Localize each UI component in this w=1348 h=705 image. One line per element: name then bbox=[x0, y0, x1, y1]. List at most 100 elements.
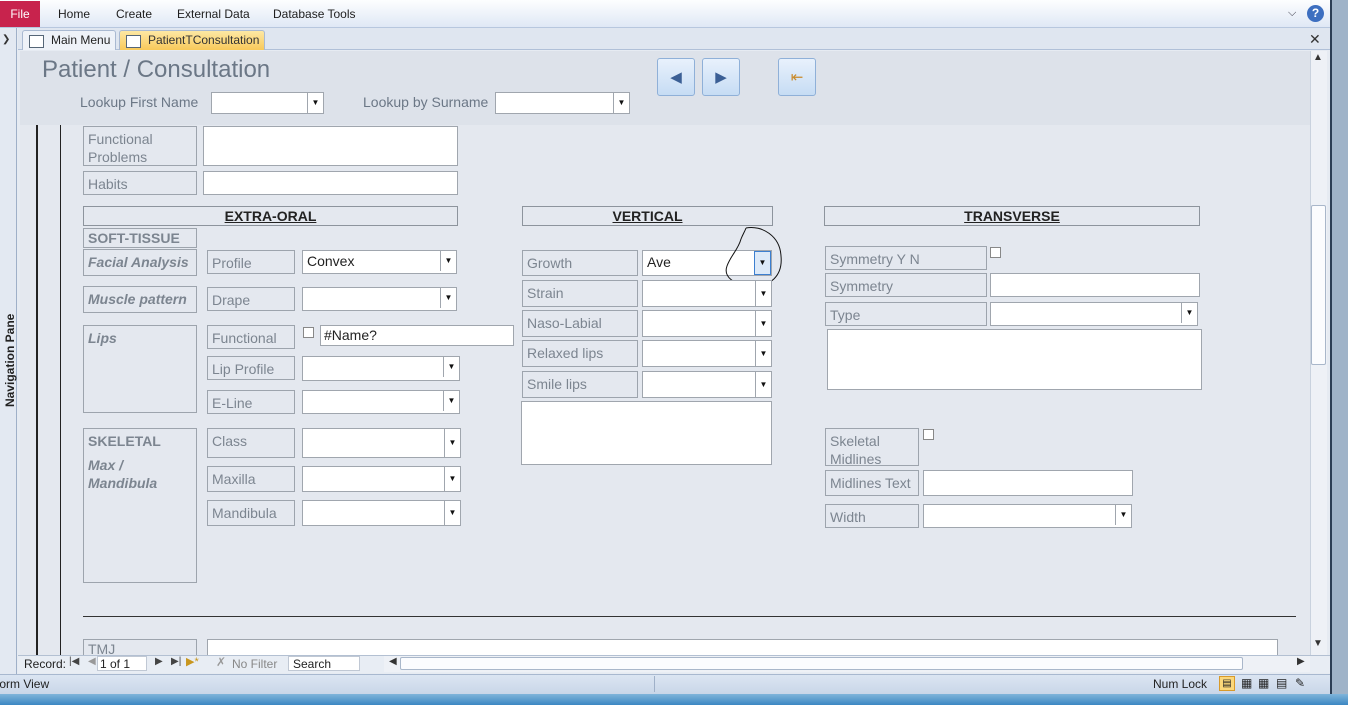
lookup-first-name-label: Lookup First Name bbox=[80, 94, 199, 110]
arrow-right-icon: ▶ bbox=[715, 69, 727, 86]
combo-value: Convex bbox=[307, 253, 355, 269]
page-title: Patient / Consultation bbox=[42, 56, 271, 83]
e-line-label: E-Line bbox=[207, 390, 295, 414]
symmetry-checkbox[interactable] bbox=[990, 247, 1001, 258]
transverse-notes-field[interactable] bbox=[827, 329, 1202, 390]
chevron-down-icon[interactable]: ▼ bbox=[440, 288, 456, 308]
form-view-icon[interactable]: ▤ bbox=[1219, 676, 1235, 691]
file-tab[interactable]: File bbox=[0, 1, 40, 27]
maxilla-combo[interactable]: ▼ bbox=[302, 466, 461, 492]
relaxed-lips-combo[interactable]: ▼ bbox=[642, 340, 772, 367]
chevron-down-icon[interactable]: ▼ bbox=[443, 391, 459, 411]
drape-combo[interactable]: ▼ bbox=[302, 287, 457, 311]
class-combo[interactable]: ▼ bbox=[302, 428, 461, 458]
status-divider bbox=[654, 676, 655, 692]
skeletal-midlines-label: Skeletal Midlines bbox=[825, 428, 919, 467]
design-view-icon[interactable]: ✎ bbox=[1295, 676, 1305, 690]
record-search-input[interactable]: Search bbox=[288, 656, 360, 671]
vertical-header: VERTICAL bbox=[522, 206, 773, 226]
exit-form-button[interactable]: ⇤ bbox=[778, 58, 816, 96]
arrow-left-icon: ◀ bbox=[670, 69, 682, 86]
scroll-down-icon[interactable]: ▼ bbox=[1313, 638, 1323, 649]
naso-labial-combo[interactable]: ▼ bbox=[642, 310, 772, 337]
first-record-icon[interactable]: |◀ bbox=[69, 656, 79, 667]
next-record-icon[interactable]: ▶ bbox=[155, 656, 163, 667]
scroll-left-icon[interactable]: ◀ bbox=[389, 656, 397, 667]
chevron-down-icon[interactable]: ▼ bbox=[444, 429, 460, 457]
layout-view-icon[interactable]: ▤ bbox=[1276, 676, 1287, 690]
previous-record-button[interactable]: ◀ bbox=[657, 58, 695, 96]
tmj-field[interactable] bbox=[207, 639, 1278, 655]
chevron-down-icon[interactable]: ▼ bbox=[440, 251, 456, 271]
chevron-down-icon[interactable]: ▼ bbox=[755, 341, 771, 366]
pivot-table-icon[interactable]: ▦ bbox=[1258, 676, 1269, 690]
e-line-combo[interactable]: ▼ bbox=[302, 390, 460, 414]
functional-field[interactable]: #Name? bbox=[320, 325, 514, 346]
chevron-down-icon[interactable]: ▼ bbox=[755, 281, 771, 306]
profile-combo[interactable]: Convex ▼ bbox=[302, 250, 457, 274]
help-icon[interactable]: ? bbox=[1307, 5, 1324, 22]
smile-lips-combo[interactable]: ▼ bbox=[642, 371, 772, 398]
profile-label: Profile bbox=[207, 250, 295, 274]
vertical-scroll-thumb[interactable] bbox=[1311, 205, 1326, 365]
vertical-notes-field[interactable] bbox=[521, 401, 772, 465]
taskbar bbox=[0, 694, 1348, 705]
chevron-down-icon[interactable]: ▼ bbox=[307, 93, 323, 113]
exit-door-icon: ⇤ bbox=[790, 69, 804, 86]
ribbon-tab-home[interactable]: Home bbox=[58, 7, 90, 21]
record-position-field[interactable]: 1 of 1 bbox=[97, 656, 147, 671]
naso-labial-label: Naso-Labial bbox=[522, 310, 638, 337]
chevron-down-icon[interactable]: ▼ bbox=[755, 372, 771, 397]
symmetry-yn-label: Symmetry Y N bbox=[825, 246, 987, 270]
lookup-surname-combo[interactable]: ▼ bbox=[495, 92, 630, 114]
functional-problems-label: Functional Problems bbox=[83, 126, 197, 166]
type-combo[interactable]: ▼ bbox=[990, 302, 1198, 326]
mandibula-combo[interactable]: ▼ bbox=[302, 500, 461, 526]
ribbon-tab-create[interactable]: Create bbox=[116, 7, 152, 21]
midlines-text-label: Midlines Text bbox=[825, 470, 919, 496]
ribbon-tab-external-data[interactable]: External Data bbox=[177, 7, 250, 21]
divider bbox=[36, 125, 38, 655]
functional-checkbox[interactable] bbox=[303, 327, 314, 338]
skeletal-midlines-checkbox[interactable] bbox=[923, 429, 934, 440]
transverse-header: TRANSVERSE bbox=[824, 206, 1200, 226]
tab-label: PatientTConsultation bbox=[148, 33, 260, 47]
new-record-icon[interactable]: ▶* bbox=[186, 655, 199, 668]
tab-patient-consultation[interactable]: PatientTConsultation bbox=[119, 30, 265, 50]
functional-problems-field[interactable] bbox=[203, 126, 458, 166]
chevron-down-icon[interactable]: ▼ bbox=[613, 93, 629, 113]
ribbon-tab-database-tools[interactable]: Database Tools bbox=[273, 7, 356, 21]
ribbon-minimize-icon[interactable]: ⌵ bbox=[1288, 7, 1296, 20]
lip-profile-combo[interactable]: ▼ bbox=[302, 356, 460, 381]
tab-main-menu[interactable]: Main Menu bbox=[22, 30, 116, 50]
horizontal-scroll-thumb[interactable] bbox=[400, 657, 1243, 670]
close-icon[interactable]: ✕ bbox=[1309, 31, 1321, 48]
no-filter-button[interactable]: No Filter bbox=[232, 657, 277, 671]
nav-expand-icon[interactable]: ❯ bbox=[2, 34, 10, 45]
scroll-up-icon[interactable]: ▲ bbox=[1313, 52, 1323, 63]
next-record-button[interactable]: ▶ bbox=[702, 58, 740, 96]
chevron-down-icon[interactable]: ▼ bbox=[1181, 303, 1197, 323]
previous-record-icon[interactable]: ◀ bbox=[88, 656, 96, 667]
habits-field[interactable] bbox=[203, 171, 458, 195]
tab-label: Main Menu bbox=[51, 33, 111, 47]
scroll-right-icon[interactable]: ▶ bbox=[1297, 656, 1305, 667]
tmj-label: TMJ bbox=[83, 639, 197, 655]
combo-value: Ave bbox=[647, 254, 671, 270]
last-record-icon[interactable]: ▶| bbox=[171, 656, 181, 667]
chevron-down-icon[interactable]: ▼ bbox=[1115, 505, 1131, 525]
width-combo[interactable]: ▼ bbox=[923, 504, 1132, 528]
chevron-down-icon[interactable]: ▼ bbox=[755, 311, 771, 336]
symmetry-field[interactable] bbox=[990, 273, 1200, 297]
lookup-first-name-combo[interactable]: ▼ bbox=[211, 92, 324, 114]
chevron-down-icon[interactable]: ▼ bbox=[444, 501, 460, 525]
record-label: Record: bbox=[24, 657, 67, 671]
chevron-down-icon[interactable]: ▼ bbox=[443, 357, 459, 377]
strain-combo[interactable]: ▼ bbox=[642, 280, 772, 307]
muscle-pattern-label: Muscle pattern bbox=[83, 286, 197, 313]
midlines-text-field[interactable] bbox=[923, 470, 1133, 496]
functional-label: Functional bbox=[207, 325, 295, 349]
datasheet-view-icon[interactable]: ▦ bbox=[1241, 676, 1252, 690]
chevron-down-icon[interactable]: ▼ bbox=[444, 467, 460, 491]
width-label: Width bbox=[825, 504, 919, 528]
